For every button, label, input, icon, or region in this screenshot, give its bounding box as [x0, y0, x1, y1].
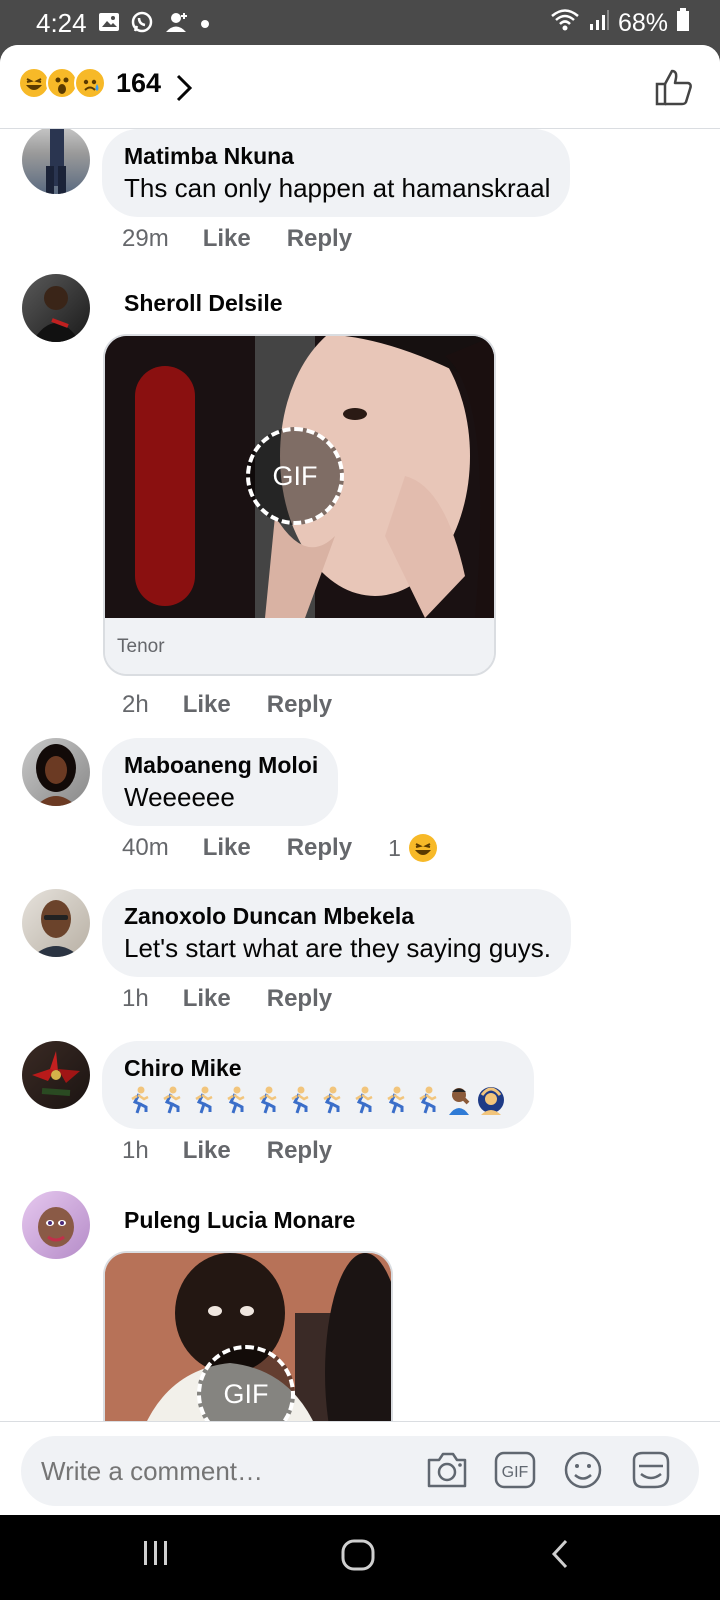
reply-button[interactable]: Reply: [287, 834, 352, 862]
comment-actions: 40m Like Reply 1: [122, 834, 437, 862]
facepalm-emoji-icon: [444, 1085, 474, 1115]
running-man-emoji-icon: [284, 1085, 314, 1115]
dot-icon: [200, 16, 210, 34]
comment-time[interactable]: 1h: [122, 985, 149, 1013]
avatar[interactable]: [22, 274, 90, 342]
comment-author[interactable]: Puleng Lucia Monare: [124, 1205, 355, 1235]
gif-image[interactable]: GIF: [105, 336, 494, 618]
like-button[interactable]: Like: [183, 1137, 231, 1165]
recent-apps-button[interactable]: [140, 1537, 172, 1574]
reactions-header[interactable]: 164: [0, 45, 720, 129]
gif-badge-icon[interactable]: GIF: [246, 427, 344, 525]
running-man-emoji-icon: [124, 1085, 154, 1115]
camera-icon[interactable]: [425, 1450, 469, 1495]
like-button[interactable]: Like: [183, 691, 231, 719]
system-nav-bar: [0, 1515, 720, 1600]
avatar[interactable]: [22, 129, 90, 194]
comment-input[interactable]: [41, 1456, 421, 1487]
running-man-emoji-icon: [412, 1085, 442, 1115]
comments-list: Matimba Nkuna Ths can only happen at ham…: [0, 129, 720, 1469]
comment-author[interactable]: Zanoxolo Duncan Mbekela: [124, 901, 551, 931]
avatar[interactable]: [22, 738, 90, 806]
comment-actions: 1h Like Reply: [122, 1137, 332, 1165]
sticker-icon[interactable]: [629, 1450, 673, 1495]
like-button[interactable]: Like: [203, 225, 251, 253]
emoji-sequence: [124, 1083, 514, 1117]
comment-time[interactable]: 1h: [122, 1137, 149, 1165]
reaction-count: 1: [388, 834, 401, 861]
comment-text: Weeeeee: [124, 782, 235, 812]
comment-author[interactable]: Maboaneng Moloi: [124, 750, 318, 780]
comment-author[interactable]: Sheroll Delsile: [124, 288, 283, 318]
comment-actions: 1h Like Reply: [122, 985, 332, 1013]
comment-actions: 29m Like Reply: [122, 225, 352, 253]
comment-text: Ths can only happen at hamanskraal: [124, 173, 551, 203]
running-man-emoji-icon: [380, 1085, 410, 1115]
comment-bubble[interactable]: Chiro Mike: [102, 1041, 534, 1129]
avatar[interactable]: [22, 1191, 90, 1259]
reply-button[interactable]: Reply: [287, 225, 352, 253]
running-man-emoji-icon: [348, 1085, 378, 1115]
whatsapp-icon: [130, 10, 154, 39]
svg-text:GIF: GIF: [502, 1464, 529, 1481]
home-button[interactable]: [340, 1537, 376, 1578]
comment-bubble[interactable]: Zanoxolo Duncan Mbekela Let's start what…: [102, 889, 571, 977]
avatar[interactable]: [22, 889, 90, 957]
battery-icon: [676, 8, 690, 39]
thumbs-up-icon[interactable]: [654, 67, 694, 112]
signal-icon: [588, 9, 610, 38]
running-man-emoji-icon: [220, 1085, 250, 1115]
emoji-icon[interactable]: [561, 1450, 605, 1495]
reaction-summary[interactable]: 164: [18, 67, 161, 99]
back-button[interactable]: [548, 1537, 572, 1576]
reply-button[interactable]: Reply: [267, 691, 332, 719]
battery-percent: 68%: [617, 9, 668, 37]
comment-composer: GIF: [0, 1421, 720, 1511]
comment-actions: 2h Like Reply: [122, 691, 332, 719]
status-time: 4:24: [36, 8, 87, 38]
reply-button[interactable]: Reply: [267, 985, 332, 1013]
gif-icon[interactable]: GIF: [493, 1450, 537, 1495]
sad-emoji-icon: [74, 67, 106, 99]
comment-text: Let's start what are they saying guys.: [124, 933, 551, 963]
reaction-count: 164: [116, 67, 162, 98]
comment-time[interactable]: 2h: [122, 691, 149, 719]
add-contact-icon: [164, 11, 190, 38]
comment-author[interactable]: Chiro Mike: [124, 1053, 514, 1083]
comment-time[interactable]: 40m: [122, 834, 169, 862]
chevron-right-icon[interactable]: [174, 73, 194, 108]
status-bar: 4:24 68%: [0, 0, 720, 46]
running-man-emoji-icon: [252, 1085, 282, 1115]
reply-button[interactable]: Reply: [267, 1137, 332, 1165]
wifi-icon: [550, 8, 580, 39]
comment-bubble[interactable]: Maboaneng Moloi Weeeeee: [102, 738, 339, 826]
like-button[interactable]: Like: [183, 985, 231, 1013]
comment-input-box[interactable]: GIF: [21, 1436, 699, 1506]
laugh-emoji-icon: [408, 834, 437, 862]
running-man-emoji-icon: [188, 1085, 218, 1115]
running-man-emoji-icon: [316, 1085, 346, 1115]
comment-author[interactable]: Matimba Nkuna: [124, 141, 550, 171]
avatar[interactable]: [22, 1041, 90, 1109]
gallery-icon: [98, 12, 120, 37]
running-man-emoji-icon: [156, 1085, 186, 1115]
comment-bubble[interactable]: Matimba Nkuna Ths can only happen at ham…: [102, 129, 571, 217]
comment-reactions[interactable]: 1: [388, 834, 437, 862]
person-gesturing-ok-emoji-icon: [476, 1085, 506, 1115]
comment-time[interactable]: 29m: [122, 225, 169, 253]
like-button[interactable]: Like: [203, 834, 251, 862]
gif-attachment[interactable]: GIF Tenor: [103, 334, 496, 676]
comments-sheet: 164 Matimba Nkuna Ths can only happen at…: [0, 45, 720, 1515]
gif-source[interactable]: Tenor: [105, 618, 494, 674]
